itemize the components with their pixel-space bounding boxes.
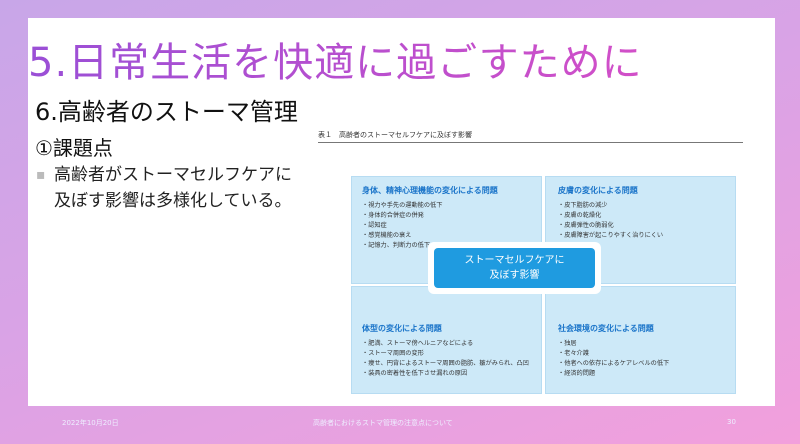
panel-title: 体型の変化による問題 [362,324,442,333]
list-item: ストーマ周囲の変形 [362,349,529,359]
section-heading: ①課題点 [35,136,113,160]
bullet-text: 高齢者がストーマセルフケアに及ぼす影響は多様化している。 [54,165,292,211]
footer-title: 高齢者におけるストマ管理の注意点について [313,419,453,427]
page-number: 30 [727,418,736,426]
list-item: 皮下脂肪の減少 [558,201,663,211]
list-item: 老々介護 [558,349,669,359]
figure-caption: 表１ 高齢者のストーマセルフケアに及ぼす影響 [318,131,472,139]
center-line-2: 及ぼす影響 [489,270,540,281]
center-box: ストーマセルフケアに 及ぼす影響 [434,248,595,288]
bullet-icon: ▪ [36,167,46,183]
list-item: 独居 [558,339,669,349]
panel-title: 皮膚の変化による問題 [558,186,638,195]
list-item: 装具の密着性を低下させ漏れの原因 [362,369,529,379]
list-item: 感覚機能の衰え [362,231,442,241]
panel-social: 社会環境の変化による問題 独居 老々介護 他者への依存によるケアレベルの低下 経… [545,286,736,394]
panel-title: 身体、精神心理機能の変化による問題 [362,186,498,195]
slide-title: 5.日常生活を快適に過ごすために [28,30,643,88]
center-line-1: ストーマセルフケアに [464,255,565,266]
panel-body-shape: 体型の変化による問題 肥満、ストーマ傍ヘルニアなどによる ストーマ周囲の変形 痩… [351,286,542,394]
panel-list: 肥満、ストーマ傍ヘルニアなどによる ストーマ周囲の変形 痩せ、円背によるストーマ… [362,339,529,379]
list-item: 視力や手先の運動能の低下 [362,201,442,211]
list-item: 皮膚障害が起こりやすく治りにくい [558,231,663,241]
slide-subtitle: 6.高齢者のストーマ管理 [35,98,298,126]
list-item: 経済的問題 [558,369,669,379]
list-item: 認知症 [362,221,442,231]
footer-date: 2022年10月20日 [62,419,119,427]
figure-rule [318,142,743,143]
list-item: 痩せ、円背によるストーマ周囲の脂肪、皺がみられ、凸凹 [362,359,529,369]
list-item: 皮膚の乾燥化 [558,211,663,221]
panel-title: 社会環境の変化による問題 [558,324,654,333]
panel-list: 皮下脂肪の減少 皮膚の乾燥化 皮膚弾性の脆弱化 皮膚障害が起こりやすく治りにくい [558,201,663,241]
list-item: 肥満、ストーマ傍ヘルニアなどによる [362,339,529,349]
list-item: 皮膚弾性の脆弱化 [558,221,663,231]
bullet-item: ▪ 高齢者がストーマセルフケアに及ぼす影響は多様化している。 [36,162,306,214]
list-item: 他者への依存によるケアレベルの低下 [558,359,669,369]
panel-list: 独居 老々介護 他者への依存によるケアレベルの低下 経済的問題 [558,339,669,379]
list-item: 身体的合併症の併発 [362,211,442,221]
